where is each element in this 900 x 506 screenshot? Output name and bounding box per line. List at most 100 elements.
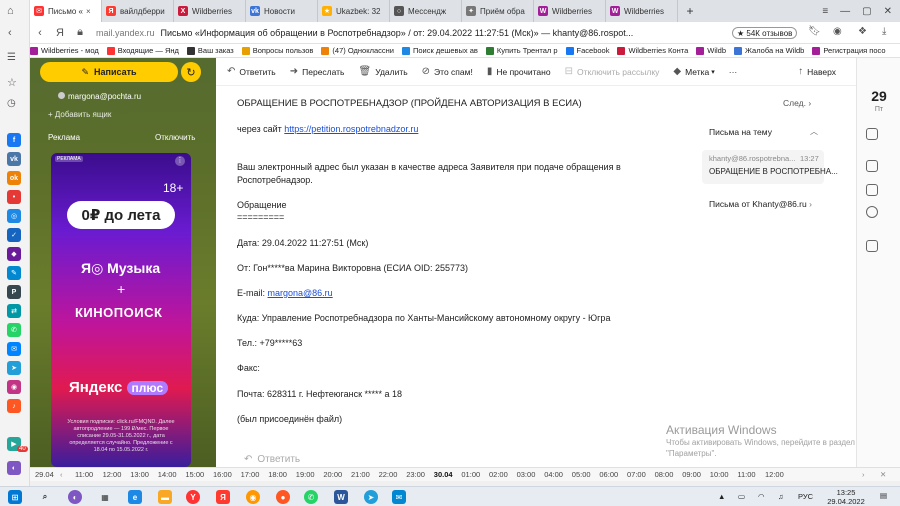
more-icon[interactable]: ⋮ bbox=[175, 156, 185, 166]
clock-time[interactable]: 13:25 bbox=[826, 488, 866, 497]
timeline-tick[interactable]: 18:00 bbox=[268, 470, 287, 479]
timeline-tick[interactable]: 02:00 bbox=[489, 470, 508, 479]
back-icon[interactable]: ‹ bbox=[8, 27, 12, 39]
compose-button[interactable]: ✎ Написать bbox=[40, 62, 178, 82]
timeline-tick[interactable]: 01:00 bbox=[461, 470, 480, 479]
bookmark-item[interactable]: Wildberries Конта bbox=[617, 46, 688, 55]
timeline-tick[interactable]: 12:00 bbox=[765, 470, 784, 479]
tab-news[interactable]: vk Новости bbox=[246, 0, 318, 22]
tab-wildberries-2[interactable]: W Wildberries bbox=[534, 0, 606, 22]
timeline-tick[interactable]: 16:00 bbox=[213, 470, 232, 479]
timeline-tick[interactable]: 06:00 bbox=[599, 470, 618, 479]
timeline-tick[interactable]: 14:00 bbox=[158, 470, 177, 479]
mail-app-icon[interactable]: ✉ bbox=[392, 490, 406, 504]
account-email[interactable]: margona@pochta.ru bbox=[58, 92, 141, 101]
bookmark-item[interactable]: Вопросы пользов bbox=[241, 46, 313, 55]
favorites-icon[interactable]: ☆ bbox=[7, 76, 17, 89]
timeline-tick[interactable]: 13:00 bbox=[130, 470, 149, 479]
back-icon[interactable]: ‹ bbox=[30, 27, 50, 39]
notifications-icon[interactable]: ▤ bbox=[880, 491, 887, 500]
bookmark-icon[interactable]: 🔖︎ bbox=[808, 26, 821, 37]
translate-icon[interactable]: ⇄ bbox=[7, 304, 21, 318]
network-icon[interactable]: ▲ bbox=[718, 492, 725, 501]
next-message-link[interactable]: След. › bbox=[783, 98, 811, 108]
tab-yandex[interactable]: Я вайлдберри bbox=[102, 0, 174, 22]
history-icon[interactable]: ◷ bbox=[7, 98, 16, 109]
timeline-tick[interactable]: 10:00 bbox=[710, 470, 729, 479]
volume-icon[interactable]: ♫ bbox=[778, 492, 784, 501]
timeline-tick[interactable]: 20:00 bbox=[323, 470, 342, 479]
timeline-tick[interactable]: 11:00 bbox=[737, 470, 755, 479]
sender-email-link[interactable]: margona@86.ru bbox=[268, 288, 333, 298]
tab-ukazbek[interactable]: ★ Ukazbek: 32 bbox=[318, 0, 390, 22]
news-icon[interactable]: • bbox=[7, 190, 21, 204]
tab-mail[interactable]: ✉ Письмо «× bbox=[30, 0, 102, 22]
add-mailbox-link[interactable]: + Добавить ящик bbox=[48, 110, 111, 119]
disk-icon[interactable] bbox=[866, 206, 878, 218]
menu-icon[interactable]: ≡ bbox=[822, 6, 828, 17]
timeline-tick[interactable]: 11:00 bbox=[75, 470, 93, 479]
bookmark-item[interactable]: Входящие — Янд bbox=[106, 46, 179, 55]
timeline-tick[interactable]: 19:00 bbox=[296, 470, 315, 479]
tab-wildberries-3[interactable]: W Wildberries bbox=[606, 0, 678, 22]
bookmark-item[interactable]: Facebook bbox=[565, 46, 609, 55]
mark-unread-button[interactable]: ▮ Не прочитано bbox=[487, 66, 551, 77]
contacts-icon[interactable] bbox=[866, 128, 878, 140]
edge-icon[interactable]: e bbox=[128, 490, 142, 504]
windows-start-icon[interactable]: ⊞ bbox=[8, 490, 22, 504]
search-icon[interactable]: ⌕ bbox=[38, 490, 52, 504]
thread-item[interactable]: khanty@86.rospotrebna... 13:27 ОБРАЩЕНИЕ… bbox=[702, 150, 838, 184]
p-icon[interactable]: P bbox=[7, 285, 21, 299]
home-icon[interactable]: ⌂ bbox=[7, 5, 14, 17]
bookmark-item[interactable]: (47) Одноклассни bbox=[321, 46, 394, 55]
history-timeline[interactable]: 29.04 ‹ 11:00 12:00 13:00 14:00 15:00 16:00 17… bbox=[30, 467, 900, 481]
extensions-icon[interactable]: ❖ bbox=[858, 26, 867, 37]
quick-reply[interactable]: ↶ Ответить bbox=[244, 452, 324, 466]
unsubscribe-button[interactable]: ⊟ Отключить рассылку bbox=[565, 66, 660, 77]
globe-icon[interactable]: ◎ bbox=[7, 209, 21, 223]
timeline-tick[interactable]: 23:00 bbox=[406, 470, 425, 479]
bookmark-item[interactable]: Регистрация посо bbox=[812, 46, 886, 55]
edit-icon[interactable]: ✎ bbox=[7, 266, 21, 280]
instagram-icon[interactable]: ◉ bbox=[7, 380, 21, 394]
chevron-right-icon[interactable]: › bbox=[862, 470, 865, 479]
maximize-icon[interactable]: ▢ bbox=[862, 6, 871, 17]
telegram-icon[interactable]: ➤ bbox=[364, 490, 378, 504]
timeline-tick[interactable]: 15:00 bbox=[185, 470, 204, 479]
url-field[interactable]: mail.yandex.ru Письмо «Информация об обра… bbox=[96, 28, 633, 38]
word-icon[interactable]: W bbox=[334, 490, 348, 504]
spam-button[interactable]: ⊘ Это спам! bbox=[422, 66, 473, 77]
timeline-tick[interactable]: 05:00 bbox=[572, 470, 591, 479]
calendar-day[interactable]: 29 bbox=[857, 88, 900, 104]
ad-disable-link[interactable]: Отключить bbox=[155, 133, 195, 142]
alice-icon[interactable]: ◆ bbox=[7, 247, 21, 261]
timeline-tick[interactable]: 12:00 bbox=[103, 470, 122, 479]
reviews-badge[interactable]: ★ 54К отзывов bbox=[732, 27, 798, 39]
grid-icon[interactable] bbox=[866, 184, 878, 196]
bookmark-item[interactable]: Поиск дешевых ав bbox=[401, 46, 478, 55]
refresh-button[interactable]: ↻ bbox=[181, 62, 201, 82]
yandex-logo-icon[interactable]: Я bbox=[50, 27, 70, 39]
minimize-icon[interactable]: — bbox=[840, 6, 850, 17]
account-icon[interactable]: ◉ bbox=[833, 26, 842, 37]
timeline-tick[interactable]: 08:00 bbox=[655, 470, 674, 479]
bookmark-item[interactable]: Wildb bbox=[696, 46, 726, 55]
timeline-tick[interactable]: 04:00 bbox=[544, 470, 563, 479]
close-icon[interactable]: × bbox=[86, 7, 91, 16]
forward-button[interactable]: ➜ Переслать bbox=[290, 66, 345, 77]
notes-icon[interactable] bbox=[866, 160, 878, 172]
close-window-icon[interactable]: ✕ bbox=[884, 6, 892, 17]
tab-messenger[interactable]: ○ Мессендж bbox=[390, 0, 462, 22]
telegram-icon[interactable]: ➤ bbox=[7, 361, 21, 375]
ok-icon[interactable]: ok bbox=[7, 171, 21, 185]
delete-button[interactable]: 🗑︎ Удалить bbox=[359, 66, 408, 77]
lang-indicator[interactable]: РУС bbox=[798, 492, 813, 501]
sender-threads-link[interactable]: Письма от Khanty@86.ru › bbox=[709, 199, 812, 209]
music-icon[interactable]: ♪ bbox=[7, 399, 21, 413]
more-button[interactable]: ··· bbox=[729, 67, 738, 77]
collections-icon[interactable]: ☰ bbox=[7, 52, 16, 63]
petition-link[interactable]: https://petition.rospotrebnadzor.ru bbox=[284, 124, 418, 134]
bookmark-item[interactable]: Wildberries - мод bbox=[30, 46, 99, 55]
timeline-tick[interactable]: 09:00 bbox=[682, 470, 701, 479]
chevron-left-icon[interactable]: ‹ bbox=[60, 470, 63, 479]
